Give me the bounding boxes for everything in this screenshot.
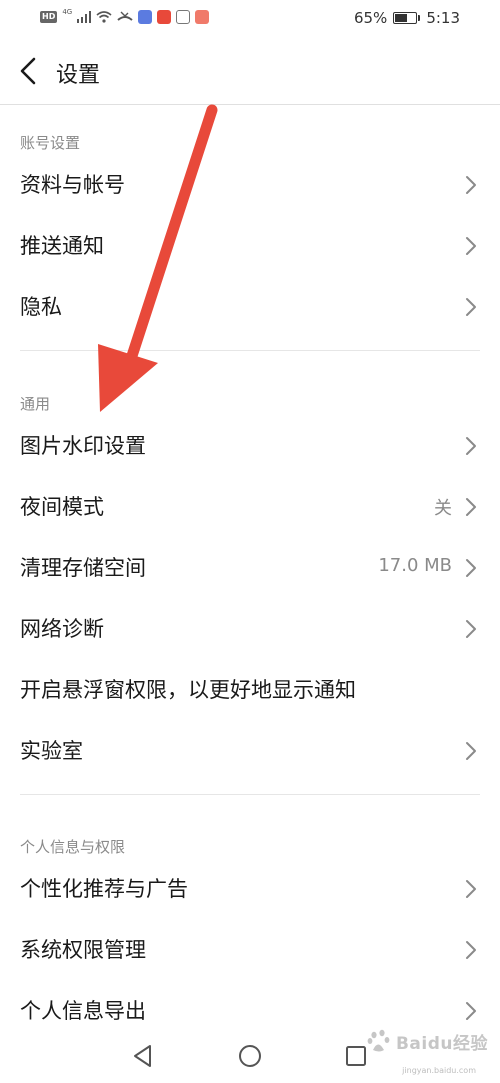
battery-tip <box>418 15 421 21</box>
chevron-right-icon <box>466 941 476 959</box>
chevron-right-icon <box>466 298 476 316</box>
top-app-bar: 设置 <box>0 38 500 105</box>
baidu-paw-logo <box>367 1029 390 1052</box>
settings-item-label: 网络诊断 <box>20 617 104 641</box>
baidu-watermark: Baidu经验 <box>366 1028 488 1054</box>
chevron-right-icon <box>466 437 476 455</box>
chevron-right-icon <box>466 742 476 760</box>
settings-item-ads[interactable]: 个性化推荐与广告 <box>0 859 500 919</box>
settings-item-label: 夜间模式 <box>20 495 104 519</box>
settings-item-night-mode[interactable]: 夜间模式 关 <box>0 477 500 537</box>
page-title: 设置 <box>56 63 101 88</box>
settings-item-storage[interactable]: 清理存储空间 17.0 MB <box>0 538 500 598</box>
network-type: 4G <box>62 8 73 16</box>
settings-item-lab[interactable]: 实验室 <box>0 721 500 781</box>
section-label-personal: 个人信息与权限 <box>20 838 126 856</box>
settings-item-profile[interactable]: 资料与帐号 <box>0 155 500 215</box>
section-divider <box>20 794 480 795</box>
watermark-url: jingyan.baidu.com <box>402 1066 476 1075</box>
chevron-right-icon <box>466 620 476 638</box>
nav-back-icon[interactable] <box>129 1042 157 1070</box>
settings-item-privacy[interactable]: 隐私 <box>0 277 500 337</box>
settings-item-label: 推送通知 <box>20 234 104 258</box>
section-label-account: 账号设置 <box>20 134 81 152</box>
settings-item-push[interactable]: 推送通知 <box>0 216 500 276</box>
chevron-right-icon <box>466 176 476 194</box>
status-bar: HD 4G 65% 5:13 <box>0 0 500 38</box>
clock: 5:13 <box>426 9 460 27</box>
settings-item-label: 清理存储空间 <box>20 556 146 580</box>
missed-call-icon <box>117 11 133 21</box>
settings-item-label: 实验室 <box>20 739 83 763</box>
settings-item-label: 图片水印设置 <box>20 434 146 458</box>
battery-icon <box>393 12 418 24</box>
back-arrow-icon[interactable] <box>14 55 44 87</box>
settings-item-label: 开启悬浮窗权限，以更好地显示通知 <box>20 678 356 702</box>
app-icon <box>176 10 191 24</box>
settings-item-watermark[interactable]: 图片水印设置 <box>0 416 500 476</box>
settings-item-label: 隐私 <box>20 295 62 319</box>
chevron-right-icon <box>466 498 476 516</box>
wifi-icon <box>96 11 112 23</box>
chevron-right-icon <box>466 237 476 255</box>
battery-percent: 65% <box>353 9 388 27</box>
chevron-right-icon <box>466 880 476 898</box>
app-icon <box>195 10 210 24</box>
status-icons-left: HD 4G <box>40 8 210 24</box>
signal-icon <box>77 11 92 23</box>
settings-item-float-window[interactable]: 开启悬浮窗权限，以更好地显示通知 <box>0 660 500 720</box>
settings-item-label: 资料与帐号 <box>20 173 125 197</box>
settings-item-label: 系统权限管理 <box>20 938 146 962</box>
section-label-general: 通用 <box>20 395 51 413</box>
settings-item-network[interactable]: 网络诊断 <box>0 599 500 659</box>
night-mode-value: 关 <box>434 498 452 519</box>
status-icons-right: 65% 5:13 <box>354 9 460 27</box>
hd-icon: HD <box>40 11 58 23</box>
settings-item-label: 个性化推荐与广告 <box>20 877 188 901</box>
section-divider <box>20 350 480 351</box>
music-icon <box>138 10 153 24</box>
settings-item-permissions[interactable]: 系统权限管理 <box>0 920 500 980</box>
storage-size-value: 17.0 MB <box>378 555 452 576</box>
nav-home-icon[interactable] <box>236 1042 264 1070</box>
app-icon <box>157 10 172 24</box>
watermark-brand: Baidu经验 <box>395 1033 488 1054</box>
chevron-right-icon <box>466 1002 476 1020</box>
settings-item-label: 个人信息导出 <box>20 999 146 1023</box>
chevron-right-icon <box>466 559 476 577</box>
